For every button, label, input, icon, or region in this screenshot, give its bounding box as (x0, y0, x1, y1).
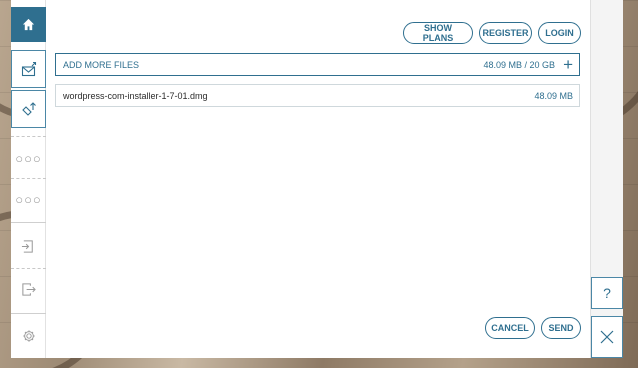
left-toolbar: ○○○ ○○○ (11, 0, 46, 358)
cancel-button[interactable]: CANCEL (485, 317, 535, 339)
settings-icon (22, 330, 35, 342)
file-list-item[interactable]: wordpress-com-installer-1-7-01.dmg 48.09… (55, 84, 580, 107)
home-button[interactable] (11, 7, 46, 42)
show-plans-button[interactable]: SHOW PLANS (403, 22, 473, 44)
sign-in-icon (21, 239, 33, 253)
close-icon (600, 330, 614, 344)
help-icon: ? (603, 285, 611, 301)
transfer-link-icon (21, 102, 36, 116)
transfer-actions: CANCEL SEND (485, 317, 581, 339)
transfer-panel: SHOW PLANS REGISTER LOGIN ADD MORE FILES… (46, 0, 590, 358)
more-options-button-2[interactable]: ○○○ (11, 181, 46, 217)
add-more-files-label: ADD MORE FILES (63, 59, 140, 70)
more-icon: ○○○ (15, 150, 42, 166)
settings-button[interactable] (11, 318, 46, 354)
more-icon: ○○○ (15, 191, 42, 207)
close-button[interactable] (591, 316, 623, 358)
file-name: wordpress-com-installer-1-7-01.dmg (63, 90, 208, 101)
more-options-button-1[interactable]: ○○○ (11, 140, 46, 176)
transfer-link-button[interactable] (11, 90, 46, 128)
file-size: 48.09 MB (534, 90, 573, 101)
help-button[interactable]: ? (591, 277, 623, 309)
sign-out-icon (22, 282, 36, 296)
upload-mail-button[interactable] (11, 50, 46, 88)
sign-in-button[interactable] (11, 228, 46, 264)
add-icon: + (563, 55, 573, 74)
mail-upload-icon (21, 61, 36, 77)
send-button[interactable]: SEND (541, 317, 581, 339)
add-more-files-button[interactable]: ADD MORE FILES 48.09 MB / 20 GB + (55, 53, 580, 76)
sign-out-button[interactable] (11, 271, 46, 307)
home-icon (22, 18, 35, 31)
storage-quota: 48.09 MB / 20 GB (483, 59, 556, 70)
account-buttons: SHOW PLANS REGISTER LOGIN (403, 22, 581, 44)
login-button[interactable]: LOGIN (538, 22, 581, 44)
register-button[interactable]: REGISTER (479, 22, 532, 44)
